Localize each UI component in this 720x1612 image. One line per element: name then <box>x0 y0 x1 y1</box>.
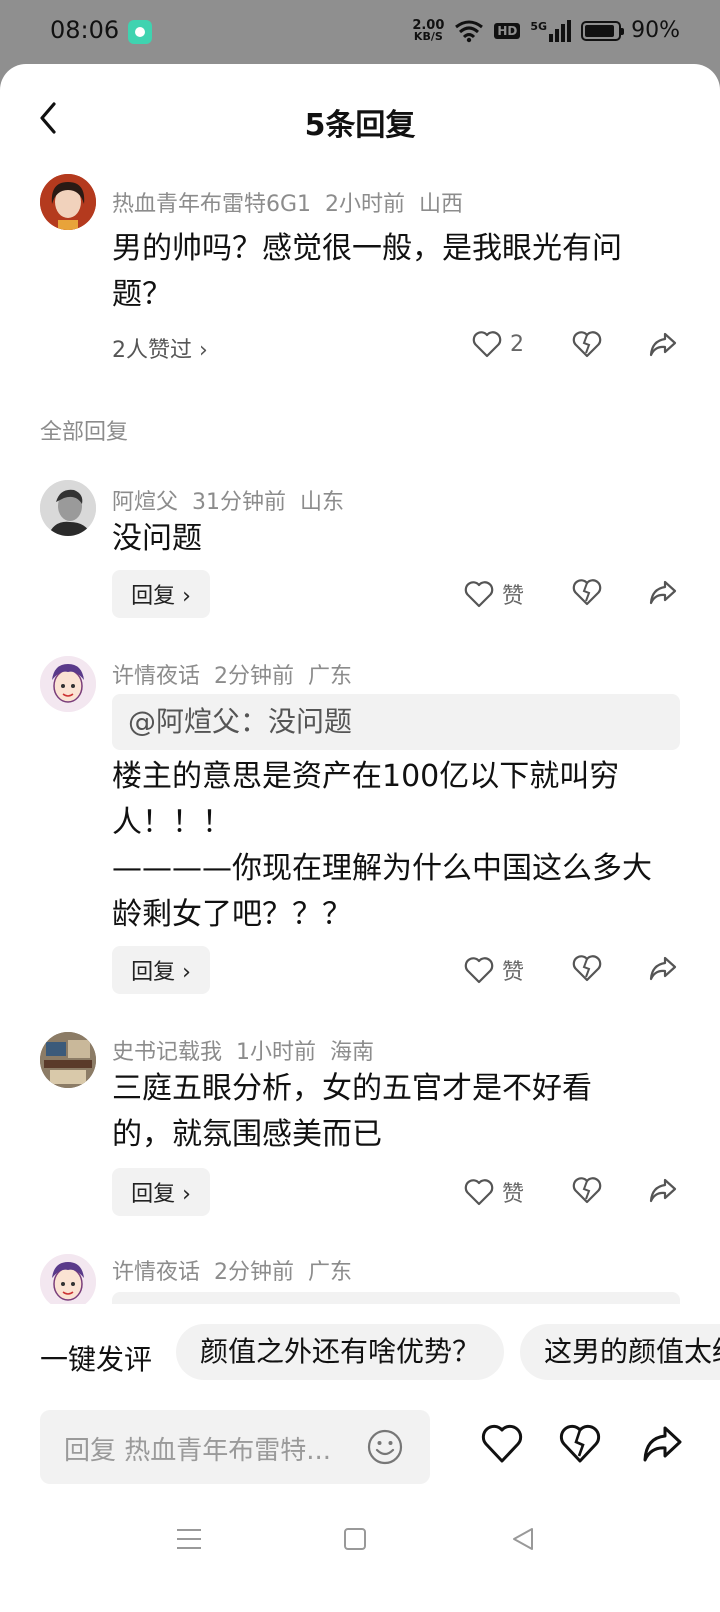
heart-icon <box>464 957 494 984</box>
likes-link[interactable]: 2人赞过 › <box>112 332 208 364</box>
page-title: 5条回复 <box>304 108 416 143</box>
hd-badge: HD <box>494 22 521 39</box>
location: 广东 <box>308 1260 353 1285</box>
like-button[interactable]: 赞 <box>464 954 524 986</box>
like-label: 赞 <box>502 1182 525 1207</box>
heart-icon <box>472 331 502 358</box>
broken-heart-icon <box>572 955 602 982</box>
share-arrow-icon <box>649 1178 677 1203</box>
signal-icon: 5G <box>530 19 572 42</box>
like-label: 赞 <box>502 960 525 985</box>
reply-meta: 阿煊父 31分钟前 山东 <box>112 484 358 516</box>
like-count: 2 <box>510 331 524 357</box>
share-arrow-icon <box>649 332 677 357</box>
status-time: 08:06 <box>50 16 120 44</box>
status-icons: 2.00 KB/S HD 5G 90% <box>412 18 680 43</box>
username[interactable]: 热血青年布雷特6G1 <box>112 192 311 217</box>
share-button[interactable] <box>648 954 678 982</box>
section-label: 全部回复 <box>40 420 129 445</box>
location: 山东 <box>300 490 345 515</box>
dislike-button[interactable] <box>572 330 602 358</box>
heart-icon <box>464 581 494 608</box>
like-label: 赞 <box>502 584 525 609</box>
location: 山西 <box>419 192 464 217</box>
like-button[interactable]: 赞 <box>464 1176 524 1208</box>
network-speed: 2.00 KB/S <box>412 17 445 43</box>
timestamp: 2分钟前 <box>214 1260 295 1285</box>
share-button[interactable] <box>648 578 678 606</box>
reply-input-placeholder: 回复 热血青年布雷特... <box>64 1436 332 1466</box>
system-nav-bar <box>0 1484 720 1612</box>
status-bar: 08:06 2.00 KB/S HD 5G 90% <box>0 0 720 66</box>
share-button[interactable] <box>648 1176 678 1204</box>
square-icon[interactable] <box>340 1524 370 1554</box>
triangle-back-icon[interactable] <box>508 1524 538 1554</box>
avatar[interactable] <box>40 1254 96 1310</box>
reply-button[interactable]: 回复 › <box>112 570 210 618</box>
like-button[interactable]: 赞 <box>464 578 524 610</box>
timestamp: 1小时前 <box>236 1040 317 1065</box>
quoted-reply[interactable]: @阿煊父：没问题 <box>112 694 680 750</box>
reply-text: 没问题 <box>112 521 202 556</box>
battery-icon <box>581 20 625 41</box>
comment-text: 男的帅吗？感觉很一般，是我眼光有问题？ <box>112 231 622 312</box>
username[interactable]: 史书记载我 <box>112 1040 222 1065</box>
like-button[interactable]: 2 <box>472 330 524 358</box>
reply-text: 三庭五眼分析，女的五官才是不好看 的，就氛围感美而已 <box>112 1071 592 1152</box>
broken-heart-icon <box>572 579 602 606</box>
reply-meta: 许情夜话 2分钟前 广东 <box>112 1254 366 1286</box>
wifi-icon <box>455 20 484 42</box>
share-arrow-icon <box>649 580 677 605</box>
battery-percent: 90% <box>631 18 680 43</box>
reply-button[interactable]: 回复 › <box>112 1168 210 1216</box>
username[interactable]: 许情夜话 <box>112 1260 200 1285</box>
reply-meta: 史书记载我 1小时前 海南 <box>112 1034 388 1066</box>
dislike-button[interactable] <box>572 1176 602 1204</box>
broken-heart-icon <box>572 331 602 358</box>
reply-input[interactable]: 回复 热血青年布雷特... <box>40 1410 430 1484</box>
smiley-icon[interactable] <box>366 1428 404 1466</box>
share-button[interactable] <box>648 330 678 358</box>
comment-meta: 热血青年布雷特6G1 2小时前 山西 <box>112 186 477 218</box>
quick-comment-label: 一键发评 <box>40 1343 153 1376</box>
timestamp: 31分钟前 <box>192 490 287 515</box>
replies-sheet: 5条回复 热血青年布雷特6G1 2小时前 山西 男的帅吗？感觉很一般，是我眼光有问题… <box>0 64 720 1612</box>
menu-icon[interactable] <box>174 1524 204 1554</box>
avatar[interactable] <box>40 1032 96 1088</box>
timestamp: 2分钟前 <box>214 664 295 689</box>
username[interactable]: 阿煊父 <box>112 490 178 515</box>
avatar[interactable] <box>40 174 96 230</box>
heart-icon[interactable] <box>480 1422 524 1466</box>
location: 海南 <box>330 1040 375 1065</box>
avatar[interactable] <box>40 480 96 536</box>
reply-button[interactable]: 回复 › <box>112 946 210 994</box>
broken-heart-icon[interactable] <box>558 1422 602 1466</box>
app-notification-icon <box>128 20 152 44</box>
quick-comment-chip[interactable]: 这男的颜值太绝 <box>520 1324 720 1380</box>
heart-icon <box>464 1179 494 1206</box>
dislike-button[interactable] <box>572 578 602 606</box>
header: 5条回复 <box>0 64 720 174</box>
share-arrow-icon <box>649 956 677 981</box>
share-arrow-icon[interactable] <box>640 1422 684 1466</box>
dislike-button[interactable] <box>572 954 602 982</box>
quick-comment-chip[interactable]: 颜值之外还有啥优势？ <box>176 1324 505 1380</box>
location: 广东 <box>308 664 353 689</box>
timestamp: 2小时前 <box>325 192 406 217</box>
broken-heart-icon <box>572 1177 602 1204</box>
avatar[interactable] <box>40 656 96 712</box>
reply-text: 楼主的意思是资产在100亿以下就叫穷 人！！！ ————你现在理解为什么中国这么… <box>112 759 652 932</box>
reply-meta: 许情夜话 2分钟前 广东 <box>112 658 366 690</box>
username[interactable]: 许情夜话 <box>112 664 200 689</box>
